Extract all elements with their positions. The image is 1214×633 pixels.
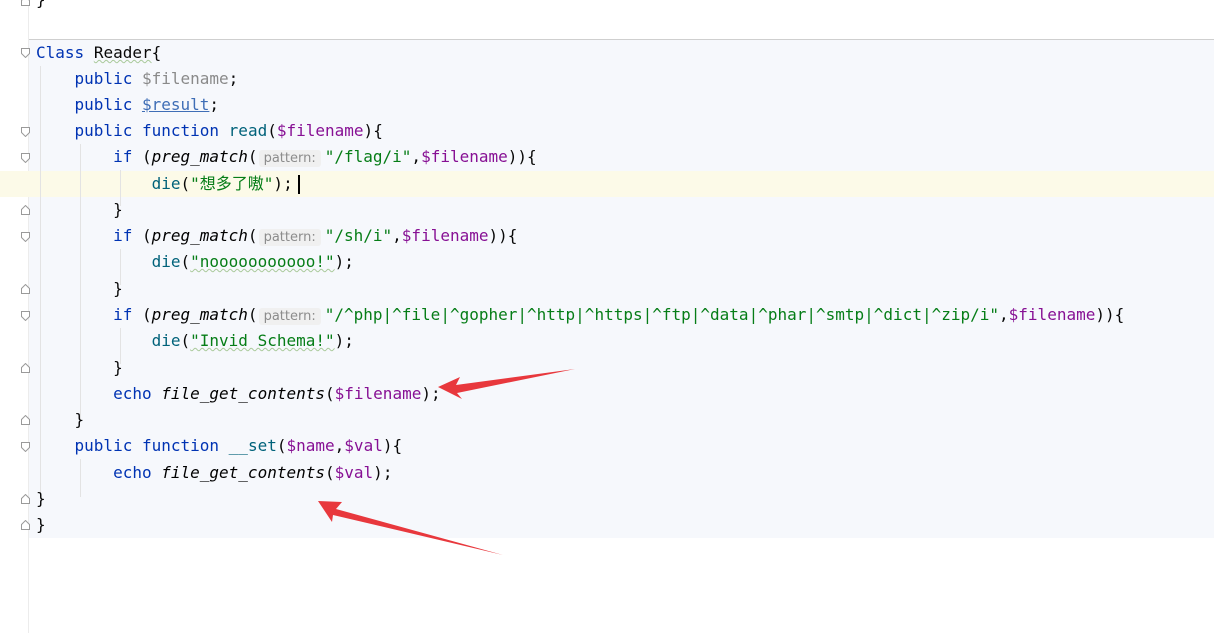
red-arrow-annotation	[318, 501, 503, 555]
red-arrow-annotation	[438, 369, 575, 399]
annotation-layer	[318, 369, 575, 555]
code-editor[interactable]: } Class Reader{ public $filename; public…	[0, 0, 1214, 633]
